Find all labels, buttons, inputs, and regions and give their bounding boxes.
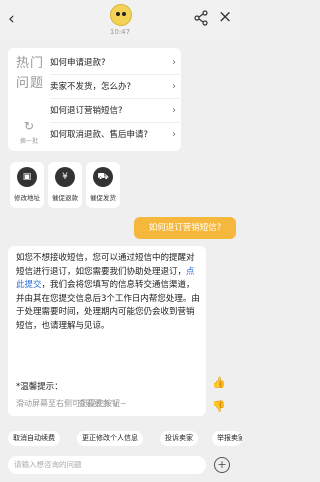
share-icon[interactable] <box>194 10 208 26</box>
question-input[interactable]: 请输入想咨询的问题 <box>8 456 206 474</box>
tip-title: *温馨提示： <box>16 382 63 392</box>
refresh-icon[interactable]: ↻ <box>22 119 36 133</box>
hot-question-item[interactable]: 如何退订营销短信? › <box>50 100 180 123</box>
timestamp: 10:47 <box>109 28 131 36</box>
plus-icon[interactable]: + <box>214 457 230 473</box>
close-icon[interactable]: × <box>218 8 232 26</box>
top-bar: ‹ 10:47 × <box>0 0 240 40</box>
back-chevron-icon[interactable]: ‹ <box>8 10 26 28</box>
chevron-right-icon: › <box>172 81 176 92</box>
hot-questions-title: 热门问题 <box>16 56 45 91</box>
chevron-right-icon: › <box>172 129 176 140</box>
quick-chip[interactable]: 更正修改个人信息 <box>77 431 143 446</box>
hot-questions-card: 热门问题 ↻ 换一批 如何申请退款? › 卖家不发货，怎么办? › 如何退订营销短信… <box>8 48 181 151</box>
quick-chip[interactable]: 投诉卖家 <box>160 431 198 446</box>
shortcut-urge-refund[interactable]: ¥ 催促退款 <box>48 162 82 208</box>
hot-question-item[interactable]: 卖家不发货，怎么办? › <box>50 76 180 99</box>
shortcut-modify-address[interactable]: ▣ 修改地址 <box>10 162 44 208</box>
chevron-right-icon: › <box>172 105 176 116</box>
view-more-button[interactable]: 查看更多 ∨ <box>78 398 118 409</box>
hot-question-item[interactable]: 如何申请退款? › <box>50 52 180 75</box>
assistant-avatar <box>110 4 132 26</box>
answer-text: 如您不想接收短信，您可以通过短信中的提醒对短信进行退订，如您需要我们协助处理退订… <box>16 253 200 331</box>
quick-chip[interactable]: 取消自动续费 <box>8 431 60 446</box>
hot-question-item[interactable]: 如何取消退款、售后申请? › <box>50 124 180 146</box>
chevron-right-icon: › <box>172 57 176 68</box>
refresh-label[interactable]: 换一批 <box>14 136 44 145</box>
thumbs-down-icon[interactable]: 👎 <box>212 400 226 414</box>
quick-chip[interactable]: 举报卖家 <box>212 431 242 446</box>
answer-card: 如您不想接收短信，您可以通过短信中的提醒对短信进行退订，如您需要我们协助处理退订… <box>8 246 206 416</box>
user-message-bubble: 如何退订营销短信? <box>134 217 236 239</box>
address-card-icon: ▣ <box>17 167 37 187</box>
delivery-truck-icon: ⛟ <box>93 167 113 187</box>
quick-reply-chips: 取消自动续费 更正修改个人信息 投诉卖家 举报卖家 <box>0 431 242 447</box>
thumbs-up-icon[interactable]: 👍 <box>212 376 226 390</box>
shortcut-urge-delivery[interactable]: ⛟ 催促发货 <box>86 162 120 208</box>
refund-coin-icon: ¥ <box>55 167 75 187</box>
